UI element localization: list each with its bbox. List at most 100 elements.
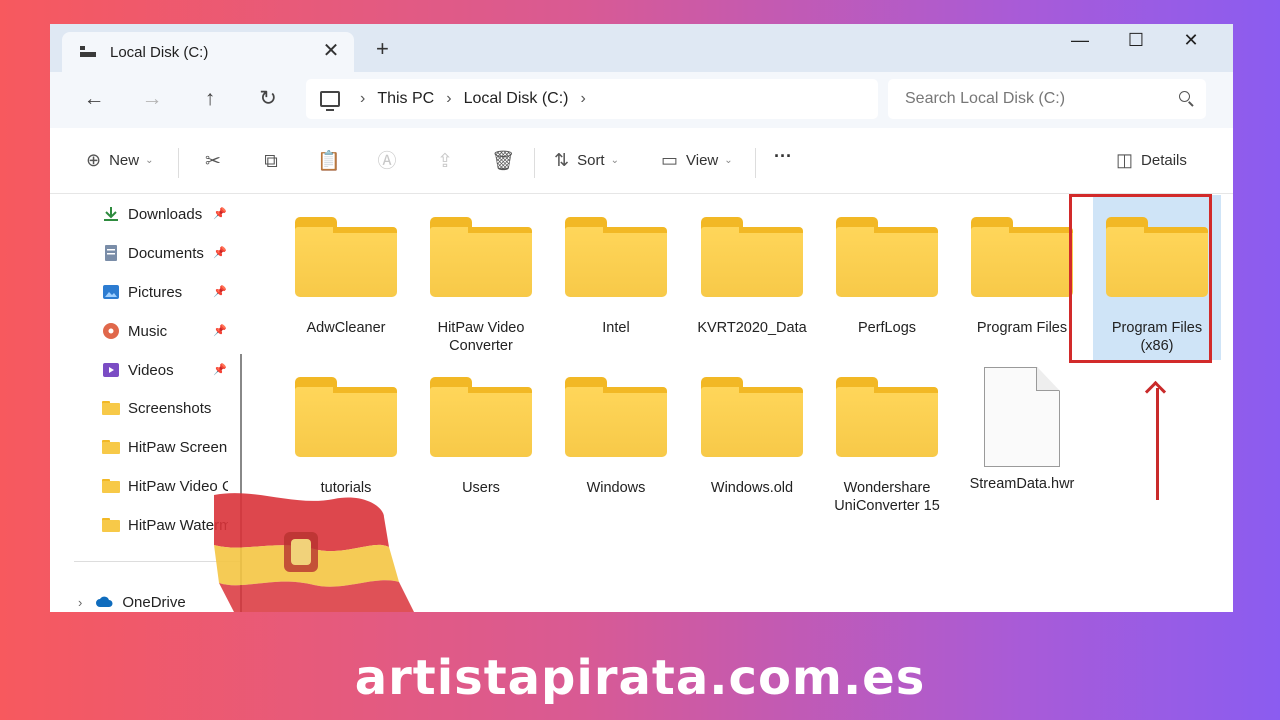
folder-item[interactable]: AdwCleaner — [282, 195, 410, 360]
close-window-button[interactable]: ✕ — [1176, 30, 1206, 51]
folder-icon — [430, 377, 532, 457]
paste-icon[interactable]: 📋 — [317, 150, 341, 174]
sidebar-item-label: HitPaw Screen R — [128, 438, 228, 456]
back-button[interactable]: ← — [80, 88, 108, 110]
new-tab-button[interactable]: + — [376, 38, 389, 60]
cut-icon[interactable]: ✂ — [201, 150, 225, 174]
folder-icon — [102, 440, 120, 454]
pin-icon[interactable]: 📌 — [213, 246, 227, 259]
file-item[interactable]: StreamData.hwr — [958, 355, 1086, 515]
folder-icon — [430, 217, 532, 297]
folder-item[interactable]: KVRT2020_Data — [688, 195, 816, 360]
monitor-icon — [320, 91, 340, 111]
folder-item[interactable]: Users — [417, 355, 545, 515]
new-label: New — [109, 152, 140, 169]
folder-icon — [102, 518, 120, 532]
folder-icon — [836, 217, 938, 297]
sidebar-item-hitpaw-video[interactable]: HitPaw Video Co — [102, 474, 228, 498]
sidebar-item-label: OneDrive — [122, 593, 186, 611]
chevron-right-icon[interactable]: › — [78, 595, 82, 610]
folder-item[interactable]: Wondershare UniConverter 15 — [823, 355, 951, 515]
copy-icon[interactable]: ⧉ — [259, 150, 283, 174]
annotation-arrow — [1156, 388, 1159, 500]
chevron-right-icon: › — [360, 90, 366, 107]
sidebar-item-label: Music — [128, 322, 168, 340]
breadcrumb[interactable]: › This PC › Local Disk (C:) › — [306, 79, 878, 119]
item-label: Intel — [602, 320, 630, 336]
chevron-down-icon: ⌄ — [145, 155, 154, 166]
documents-icon — [105, 245, 117, 261]
share-icon[interactable]: ⇪ — [433, 150, 457, 174]
tab-bar: Local Disk (C:) ✕ + — ☐ ✕ — [50, 24, 1233, 72]
sidebar-item-hitpaw-watermark[interactable]: HitPaw Waterm — [102, 513, 228, 537]
file-icon — [958, 355, 1086, 467]
sort-button[interactable]: ⇅ Sort ⌄ — [554, 150, 619, 171]
close-tab-icon[interactable]: ✕ — [320, 41, 342, 61]
folder-item[interactable]: Intel — [552, 195, 680, 360]
folder-item[interactable]: HitPaw Video Converter — [417, 195, 545, 360]
item-label: Windows.old — [710, 480, 794, 496]
plus-circle-icon: ⊕ — [86, 150, 102, 170]
search-icon — [1179, 91, 1190, 102]
item-label: StreamData.hwr — [969, 476, 1075, 492]
breadcrumb-local-disk[interactable]: Local Disk (C:) — [464, 90, 569, 108]
tab-title: Local Disk (C:) — [110, 43, 209, 61]
forward-button[interactable]: → — [138, 88, 166, 110]
item-label: HitPaw Video Converter — [437, 320, 525, 354]
view-label: View — [686, 152, 719, 169]
rename-icon[interactable]: Ⓐ — [375, 150, 399, 174]
details-button[interactable]: ◫ Details — [1116, 150, 1187, 171]
onedrive-icon — [96, 596, 113, 607]
search-placeholder: Search Local Disk (C:) — [905, 90, 1066, 107]
tab-local-disk[interactable]: Local Disk (C:) ✕ — [62, 32, 354, 72]
delete-icon[interactable]: 🗑 — [491, 150, 515, 174]
folder-item[interactable]: Windows.old — [688, 355, 816, 515]
pin-icon[interactable]: 📌 — [213, 207, 227, 220]
folder-item[interactable]: PerfLogs — [823, 195, 951, 360]
pin-icon[interactable]: 📌 — [213, 285, 227, 298]
sidebar-item-label: Documents — [128, 244, 204, 262]
folder-icon — [565, 377, 667, 457]
watermark-text: artistapirata.com.es — [354, 650, 926, 706]
item-label: Windows — [586, 480, 646, 496]
maximize-button[interactable]: ☐ — [1121, 30, 1151, 51]
item-label: KVRT2020_Data — [697, 320, 807, 336]
sidebar-item-label: Videos — [128, 361, 174, 379]
chevron-right-icon[interactable]: › — [580, 90, 585, 108]
item-label: PerfLogs — [857, 320, 917, 336]
folder-icon — [102, 401, 120, 415]
new-button[interactable]: ⊕ New ⌄ — [86, 150, 154, 171]
pin-icon[interactable]: 📌 — [213, 363, 227, 376]
breadcrumb-this-pc[interactable]: This PC — [377, 90, 434, 108]
item-label: AdwCleaner — [306, 320, 386, 336]
folder-item[interactable]: Windows — [552, 355, 680, 515]
highlight-box — [1069, 194, 1212, 363]
folder-icon — [701, 217, 803, 297]
refresh-button[interactable]: ↻ — [254, 88, 282, 110]
view-button[interactable]: ▭ View ⌄ — [661, 150, 733, 171]
folder-icon — [295, 377, 397, 457]
music-icon — [103, 323, 119, 339]
up-button[interactable]: ↑ — [196, 88, 224, 110]
chevron-right-icon: › — [446, 90, 452, 107]
sidebar-item-label: Screenshots — [128, 399, 212, 417]
sidebar-item-label: HitPaw Video Co — [128, 477, 228, 495]
search-input[interactable]: Search Local Disk (C:) — [888, 79, 1206, 119]
pin-icon[interactable]: 📌 — [213, 324, 227, 337]
sidebar-item-hitpaw-screen[interactable]: HitPaw Screen R — [102, 435, 228, 459]
command-bar: ⊕ New ⌄ ✂ ⧉ 📋 Ⓐ ⇪ 🗑 ⇅ Sort ⌄ ▭ View ⌄ ··… — [50, 128, 1233, 194]
more-options-button[interactable]: ··· — [774, 146, 792, 167]
item-label: Program Files — [976, 320, 1068, 336]
pictures-icon — [103, 285, 119, 299]
folder-icon — [971, 217, 1073, 297]
item-label: Users — [462, 480, 500, 496]
chevron-down-icon: ⌄ — [610, 155, 619, 166]
folder-item[interactable]: Program Files — [958, 195, 1086, 360]
sidebar-item-label: Pictures — [128, 283, 183, 301]
item-label: Wondershare UniConverter 15 — [834, 480, 940, 514]
minimize-button[interactable]: — — [1065, 30, 1095, 51]
sidebar-item-label: Downloads — [128, 205, 203, 223]
details-pane-icon: ◫ — [1116, 150, 1134, 170]
folder-icon — [701, 377, 803, 457]
chevron-down-icon: ⌄ — [724, 155, 733, 166]
